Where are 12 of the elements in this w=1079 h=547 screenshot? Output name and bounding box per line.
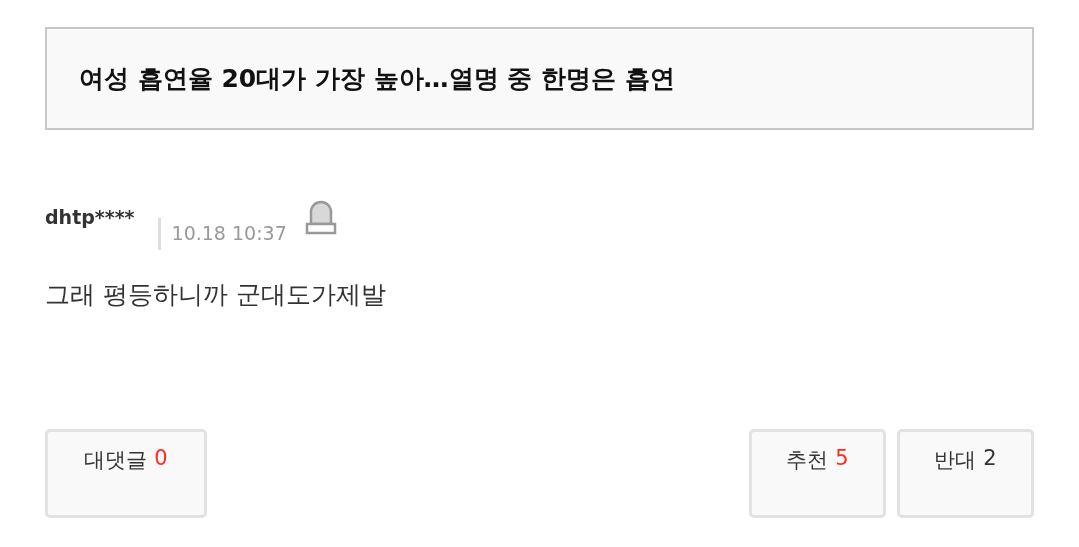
comment-action-button[interactable]: 추천 5: [749, 429, 886, 518]
comment-action-button[interactable]: 대댓글 0: [45, 429, 207, 518]
comment-action-button[interactable]: 반대 2: [897, 429, 1034, 518]
comment-time: 10.18 10:37: [171, 222, 287, 244]
action-count: 2: [983, 446, 997, 470]
comment-text: 그래 평등하니까 군대도가제발: [45, 279, 387, 311]
article-title-box[interactable]: 여성 흡연율 20대가 가장 높아…열명 중 한명은 흡연: [45, 27, 1034, 130]
siren-icon[interactable]: [304, 198, 337, 236]
article-title: 여성 흡연율 20대가 가장 높아…열명 중 한명은 흡연: [79, 63, 675, 95]
action-count: 0: [154, 446, 168, 470]
comment-author: dhtp****: [45, 206, 135, 228]
action-count: 5: [835, 446, 849, 470]
